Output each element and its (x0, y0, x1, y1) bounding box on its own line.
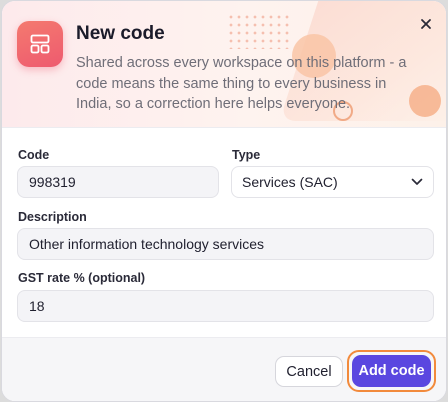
dialog-title: New code (76, 23, 165, 44)
type-label: Type (232, 148, 261, 162)
type-select-value: Services (SAC) (242, 174, 338, 190)
description-input[interactable] (17, 228, 434, 260)
dialog-header: New code Shared across every workspace o… (2, 1, 446, 128)
description-label: Description (18, 210, 87, 224)
close-button[interactable] (416, 14, 436, 34)
code-label: Code (18, 148, 50, 162)
add-code-button[interactable]: Add code (352, 355, 431, 387)
layout-grid-icon (17, 21, 63, 67)
decorative-dots (227, 13, 291, 49)
close-icon (421, 19, 431, 29)
dialog-subtitle: Shared across every workspace on this pl… (76, 55, 407, 112)
gst-rate-input[interactable] (17, 290, 434, 322)
code-input[interactable] (17, 166, 219, 198)
new-code-dialog: New code Shared across every workspace o… (1, 0, 447, 402)
chevron-down-icon (411, 178, 423, 185)
type-select[interactable]: Services (SAC) (231, 166, 434, 198)
gst-rate-label: GST rate % (optional) (18, 271, 146, 285)
cancel-button[interactable]: Cancel (275, 356, 343, 387)
